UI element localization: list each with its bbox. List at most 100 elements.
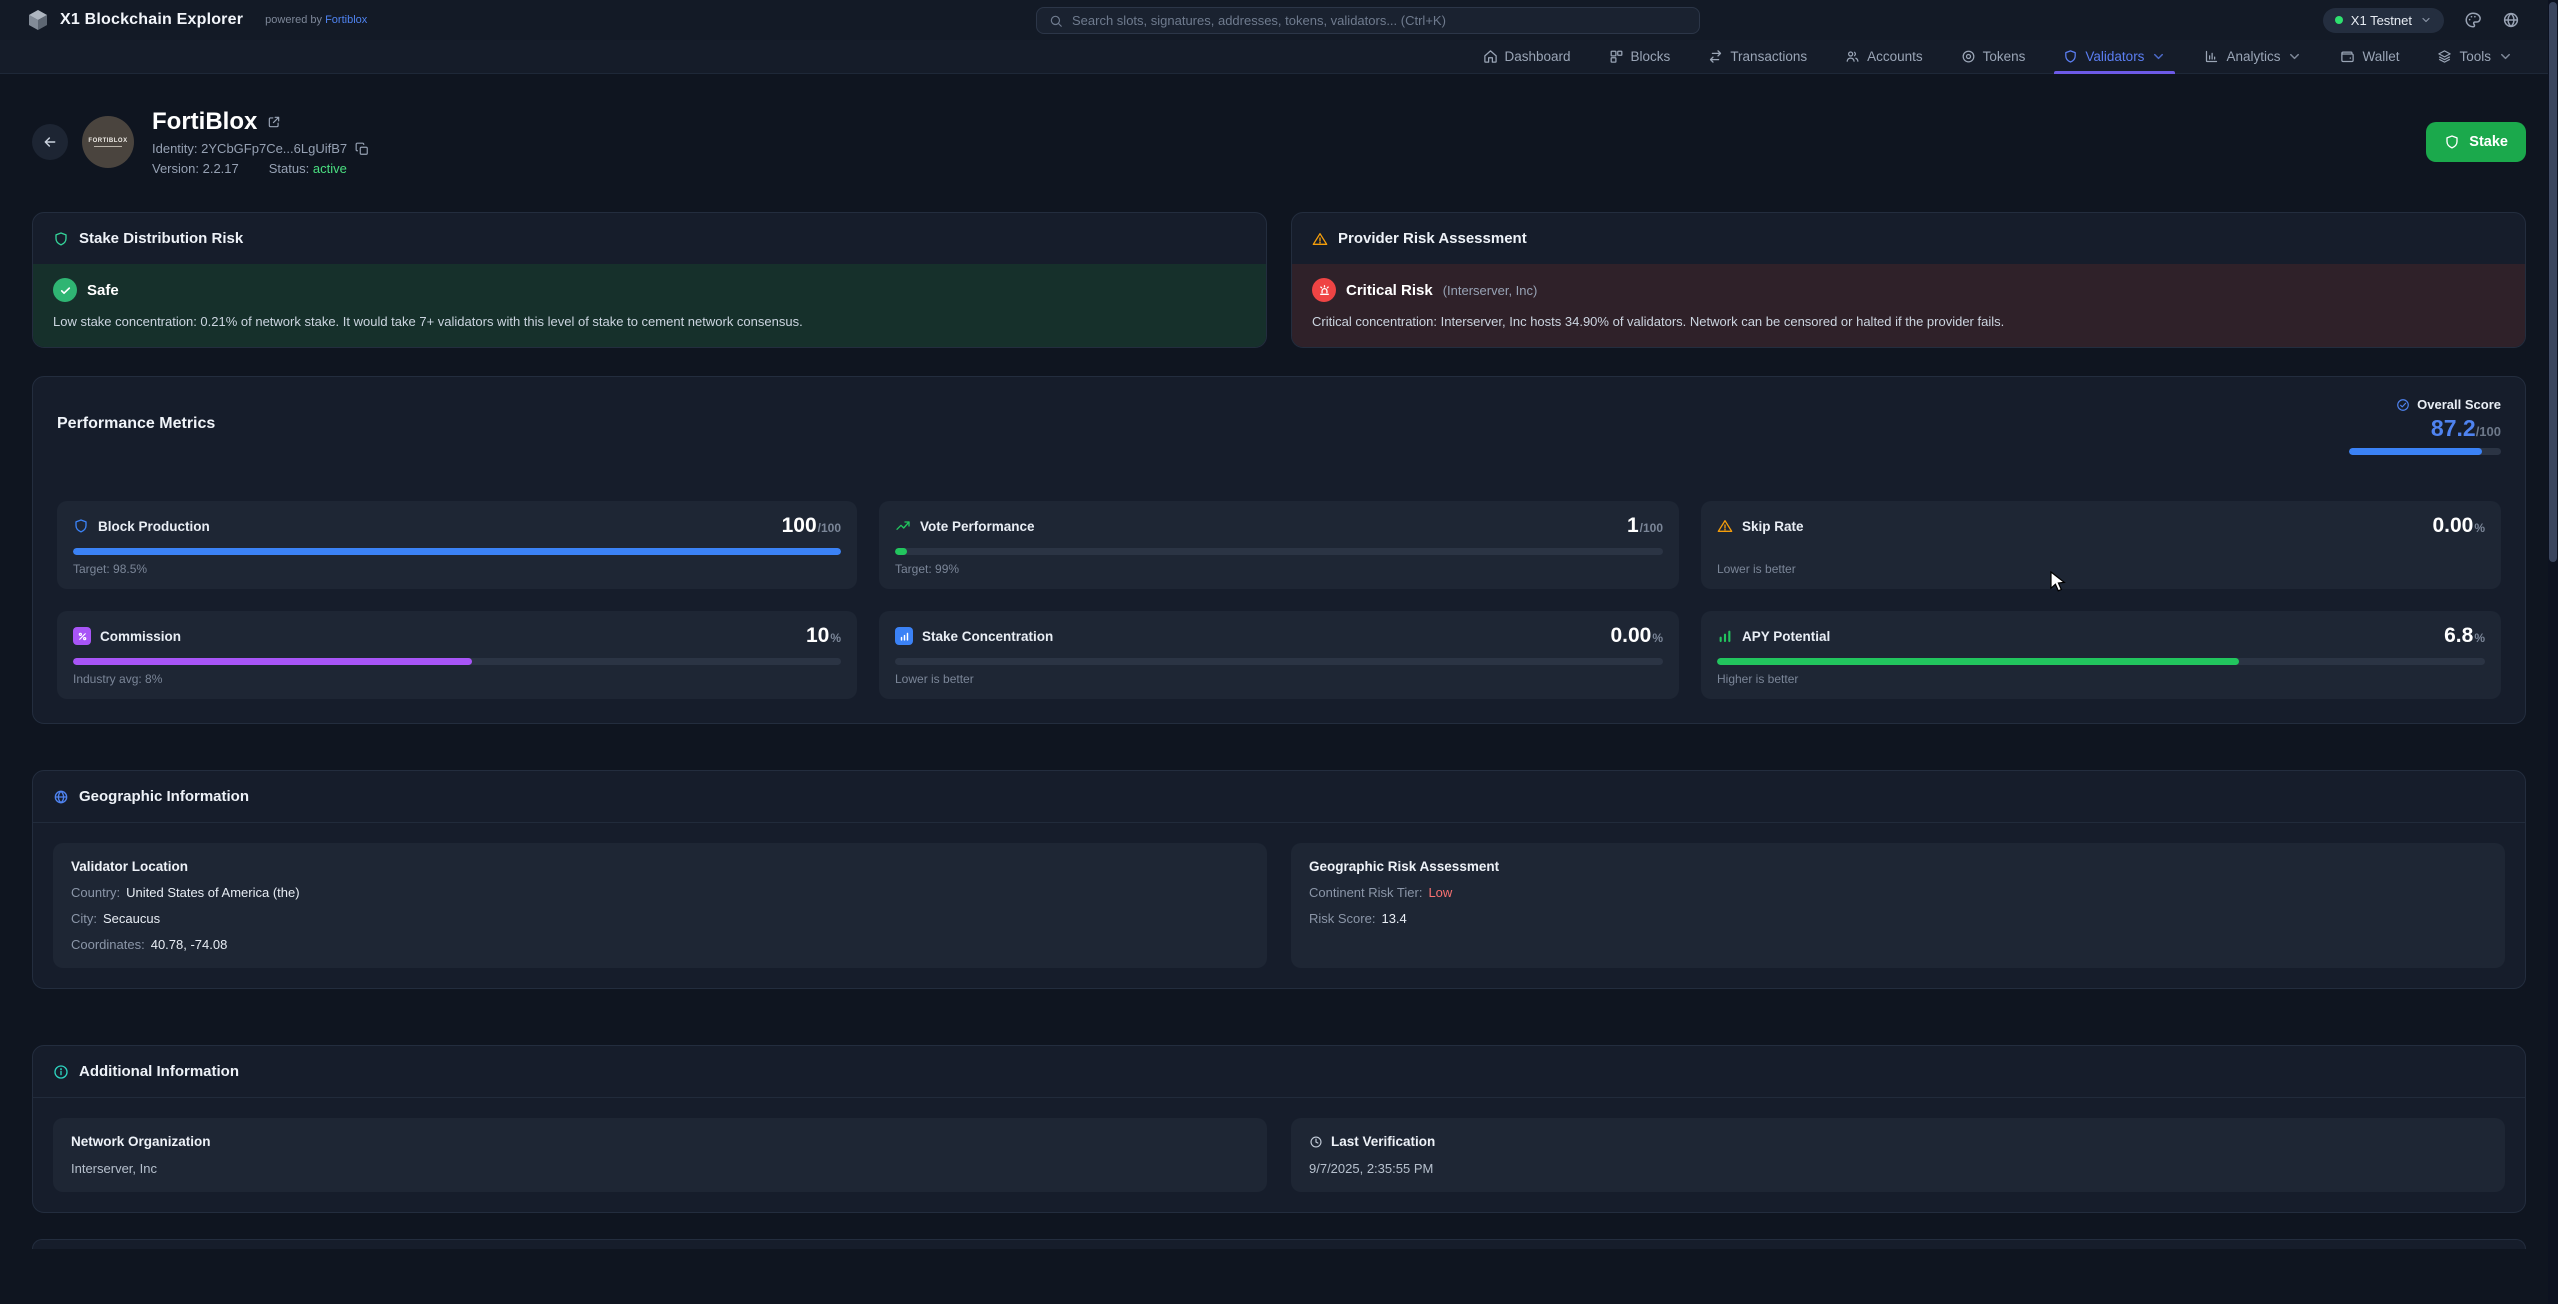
metric-apy-potential: APY Potential 6.8% Higher is better: [1701, 611, 2501, 699]
copy-icon[interactable]: [355, 142, 369, 156]
risk-cards: Stake Distribution Risk Safe Low stake c…: [32, 212, 2526, 348]
chevron-down-icon: [2287, 49, 2302, 64]
app-logo-icon: [26, 8, 50, 32]
nav-item-accounts[interactable]: Accounts: [1826, 40, 1942, 73]
theme-palette-icon[interactable]: [2464, 11, 2482, 29]
shield-icon: [53, 231, 69, 247]
network-status-dot: [2335, 16, 2343, 24]
page-scrollbar[interactable]: [2548, 0, 2558, 1304]
overall-score: Overall Score 87.2/100: [2349, 397, 2501, 455]
metric-skip-rate: Skip Rate 0.00% Lower is better: [1701, 501, 2501, 589]
info-icon: [53, 1064, 69, 1080]
overall-score-value: 87.2: [2431, 415, 2476, 441]
chevron-down-icon: [2151, 49, 2166, 64]
chevron-down-icon: [2498, 49, 2513, 64]
last-verification-tile: Last Verification 9/7/2025, 2:35:55 PM: [1291, 1118, 2505, 1192]
nav-item-blocks[interactable]: Blocks: [1590, 40, 1690, 73]
card-header: Stake Distribution Risk: [33, 213, 1266, 264]
network-organization-tile: Network Organization Interserver, Inc: [53, 1118, 1267, 1192]
overall-score-bar: [2349, 448, 2501, 455]
nav-item-tokens[interactable]: Tokens: [1942, 40, 2045, 73]
validator-info: FortiBlox Identity: 2YCbGFp7Ce...6LgUifB…: [152, 108, 369, 176]
validator-name: FortiBlox: [152, 108, 257, 136]
network-name: X1 Testnet: [2351, 13, 2412, 28]
validator-identity: Identity: 2YCbGFp7Ce...6LgUifB7: [152, 141, 369, 156]
section-title: Performance Metrics: [57, 415, 215, 433]
external-link-icon[interactable]: [267, 115, 281, 129]
nav-item-wallet[interactable]: Wallet: [2321, 40, 2418, 73]
risk-level: Safe: [87, 282, 119, 299]
nav-item-dashboard[interactable]: Dashboard: [1464, 40, 1590, 73]
metric-block-production: Block Production 100/100 Target: 98.5%: [57, 501, 857, 589]
clock-icon: [1309, 1135, 1323, 1149]
shield-icon: [2063, 49, 2078, 64]
card-header: Geographic Information: [33, 771, 2525, 823]
shield-icon: [73, 518, 89, 534]
scrollbar-thumb[interactable]: [2549, 2, 2557, 562]
layers-icon: [2437, 49, 2452, 64]
next-card-edge: [32, 1239, 2526, 1249]
search-input[interactable]: [1072, 13, 1687, 28]
geographic-information-card: Geographic Information Validator Locatio…: [32, 770, 2526, 989]
risk-description: Critical concentration: Interserver, Inc…: [1312, 314, 2505, 329]
card-header: Additional Information: [33, 1046, 2525, 1098]
coin-icon: [1961, 49, 1976, 64]
critical-banner: Critical Risk (Interserver, Inc) Critica…: [1292, 264, 2525, 347]
performance-metrics-card: Performance Metrics Overall Score 87.2/1…: [32, 376, 2526, 724]
additional-information-card: Additional Information Network Organizat…: [32, 1045, 2526, 1213]
warning-triangle-icon: [1312, 231, 1328, 247]
nav-item-analytics[interactable]: Analytics: [2185, 40, 2321, 73]
home-icon: [1483, 49, 1498, 64]
commission-icon: [73, 627, 91, 645]
validator-location-tile: Validator Location Country:United States…: [53, 843, 1267, 968]
stake-button[interactable]: Stake: [2426, 122, 2526, 162]
global-search[interactable]: [1036, 7, 1700, 34]
siren-icon: [1312, 278, 1336, 302]
risk-level-detail: (Interserver, Inc): [1443, 283, 1538, 298]
trending-up-icon: [895, 518, 911, 534]
risk-level: Critical Risk: [1346, 282, 1433, 299]
validator-meta: Version: 2.2.17 Status: active: [152, 161, 369, 176]
metric-commission: Commission 10% Industry avg: 8%: [57, 611, 857, 699]
risk-description: Low stake concentration: 0.21% of networ…: [53, 314, 1246, 329]
validator-avatar: FORTIBLOX: [82, 116, 134, 168]
shield-icon: [2444, 134, 2460, 150]
safe-banner: Safe Low stake concentration: 0.21% of n…: [33, 264, 1266, 347]
brand[interactable]: X1 Blockchain Explorer powered by Fortib…: [26, 8, 367, 32]
wallet-icon: [2340, 49, 2355, 64]
network-selector[interactable]: X1 Testnet: [2323, 8, 2444, 33]
bars-icon: [1717, 628, 1733, 644]
search-icon: [1049, 14, 1063, 28]
metric-vote-performance: Vote Performance 1/100 Target: 99%: [879, 501, 1679, 589]
blocks-icon: [1609, 49, 1624, 64]
geographic-risk-tile: Geographic Risk Assessment Continent Ris…: [1291, 843, 2505, 968]
provider-risk-card: Provider Risk Assessment Critical Risk (…: [1291, 212, 2526, 348]
powered-by-link[interactable]: Fortiblox: [325, 14, 367, 26]
arrow-left-icon: [42, 134, 58, 150]
metric-stake-concentration: Stake Concentration 0.00% Lower is bette…: [879, 611, 1679, 699]
nav-item-tools[interactable]: Tools: [2418, 40, 2532, 73]
topbar-controls: X1 Testnet: [2323, 8, 2532, 33]
validator-header: FORTIBLOX FortiBlox Identity: 2YCbGFp7Ce…: [32, 108, 2526, 176]
nav-item-transactions[interactable]: Transactions: [1689, 40, 1826, 73]
stake-distribution-risk-card: Stake Distribution Risk Safe Low stake c…: [32, 212, 1267, 348]
top-bar: X1 Blockchain Explorer powered by Fortib…: [0, 0, 2558, 40]
status-badge: active: [313, 161, 347, 176]
main-nav: Dashboard Blocks Transactions Accounts T…: [0, 40, 2558, 74]
main-content: FORTIBLOX FortiBlox Identity: 2YCbGFp7Ce…: [0, 108, 2558, 1249]
globe-icon: [53, 789, 69, 805]
risk-tier-badge: Low: [1428, 885, 1452, 900]
bar-chart-icon: [2204, 49, 2219, 64]
check-circle-icon: [53, 278, 77, 302]
app-title: X1 Blockchain Explorer: [60, 11, 243, 29]
card-header: Provider Risk Assessment: [1292, 213, 2525, 264]
language-globe-icon[interactable]: [2502, 11, 2520, 29]
users-icon: [1845, 49, 1860, 64]
back-button[interactable]: [32, 124, 68, 160]
check-circle-icon: [2396, 398, 2410, 412]
swap-arrows-icon: [1708, 49, 1723, 64]
chevron-down-icon: [2420, 14, 2432, 26]
nav-item-validators[interactable]: Validators: [2044, 40, 2185, 73]
powered-by: powered by Fortiblox: [265, 14, 367, 26]
warning-triangle-icon: [1717, 518, 1733, 534]
